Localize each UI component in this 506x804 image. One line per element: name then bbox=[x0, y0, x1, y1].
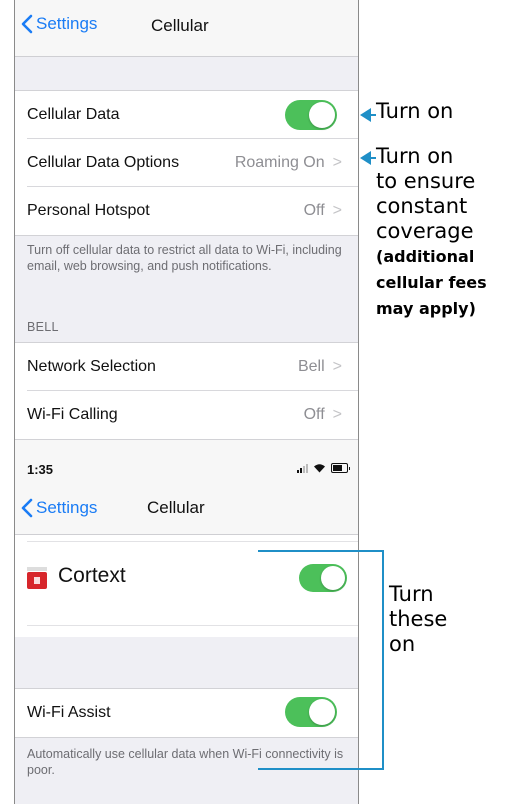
chevron-right-icon: > bbox=[332, 202, 342, 219]
annotation-line: coverage bbox=[376, 219, 474, 243]
row-value: Off > bbox=[304, 202, 342, 220]
cortext-app-icon bbox=[27, 567, 47, 589]
row-value: Roaming On > bbox=[235, 154, 342, 172]
page-title: Cellular bbox=[147, 498, 205, 517]
divider bbox=[27, 541, 358, 542]
wifi-calling-value: Off bbox=[303, 406, 325, 423]
cellular-data-toggle[interactable] bbox=[285, 100, 337, 130]
page-title: Cellular bbox=[151, 16, 209, 35]
back-label: Settings bbox=[36, 498, 98, 517]
roaming-value: Roaming On bbox=[234, 154, 325, 171]
chevron-left-icon bbox=[21, 498, 33, 518]
network-value: Bell bbox=[297, 358, 325, 375]
annotation-fee-note: (additional bbox=[376, 247, 475, 266]
annotation-line: Turn bbox=[389, 582, 434, 606]
wifi-icon bbox=[314, 464, 325, 473]
cellular-data-row[interactable]: Cellular Data bbox=[15, 91, 358, 139]
cellular-data-footnote: Turn off cellular data to restrict all d… bbox=[27, 243, 342, 273]
row-value: Bell > bbox=[298, 358, 342, 376]
chevron-right-icon: > bbox=[332, 154, 342, 171]
chevron-right-icon: > bbox=[332, 358, 342, 375]
row-label: Network Selection bbox=[27, 358, 156, 375]
annotation-line: these bbox=[389, 607, 448, 631]
annotation-fee-note: cellular fees bbox=[376, 273, 487, 292]
annotation-roaming: Turn on to ensure constant coverage (add… bbox=[376, 144, 506, 322]
network-selection-row[interactable]: Network Selection Bell > bbox=[15, 343, 358, 391]
annotation-fee-note: may apply) bbox=[376, 299, 476, 318]
row-value: Off > bbox=[304, 406, 342, 424]
status-time: 1:35 bbox=[27, 462, 54, 477]
annotation-line: constant bbox=[376, 194, 468, 218]
chevron-left-icon bbox=[21, 14, 33, 34]
personal-hotspot-row[interactable]: Personal Hotspot Off > bbox=[15, 187, 358, 235]
back-button[interactable]: Settings bbox=[21, 498, 97, 518]
nav-bar: Settings Cellular bbox=[15, 0, 358, 57]
row-label: Personal Hotspot bbox=[27, 202, 150, 219]
app-row-label: Cortext bbox=[58, 564, 126, 587]
battery-icon bbox=[331, 463, 350, 473]
row-label: Cellular Data bbox=[27, 106, 120, 123]
chevron-right-icon: > bbox=[332, 406, 342, 423]
annotation-turn-on-cellular-data: Turn on bbox=[376, 99, 454, 123]
annotation-line: Turn on bbox=[376, 144, 454, 168]
back-button[interactable]: Settings bbox=[21, 14, 97, 34]
row-label: Cellular Data Options bbox=[27, 154, 180, 171]
signal-icon bbox=[297, 464, 308, 473]
carrier-settings-group: Network Selection Bell > Wi-Fi Calling Of… bbox=[15, 342, 358, 440]
annotation-turn-these-on: Turn these on bbox=[389, 582, 447, 657]
annotation-line: to ensure bbox=[376, 169, 476, 193]
wifi-calling-row[interactable]: Wi-Fi Calling Off > bbox=[15, 391, 358, 439]
annotation-bracket bbox=[258, 550, 384, 770]
status-icons bbox=[297, 463, 350, 473]
row-label: Wi-Fi Calling bbox=[27, 406, 118, 423]
cellular-settings-group: Cellular Data Cellular Data Options Roam… bbox=[15, 90, 358, 236]
arrow-line bbox=[368, 157, 376, 159]
screen2-header: 1:35 Settings Cellular bbox=[15, 440, 358, 535]
arrow-line bbox=[368, 114, 376, 116]
toggle-knob bbox=[309, 102, 335, 128]
row-label: Wi-Fi Assist bbox=[27, 704, 111, 721]
section-header-bell: BELL bbox=[27, 320, 59, 334]
back-label: Settings bbox=[36, 14, 98, 33]
annotation-line: on bbox=[389, 632, 416, 656]
hotspot-value: Off bbox=[303, 202, 325, 219]
cellular-data-options-row[interactable]: Cellular Data Options Roaming On > bbox=[15, 139, 358, 187]
